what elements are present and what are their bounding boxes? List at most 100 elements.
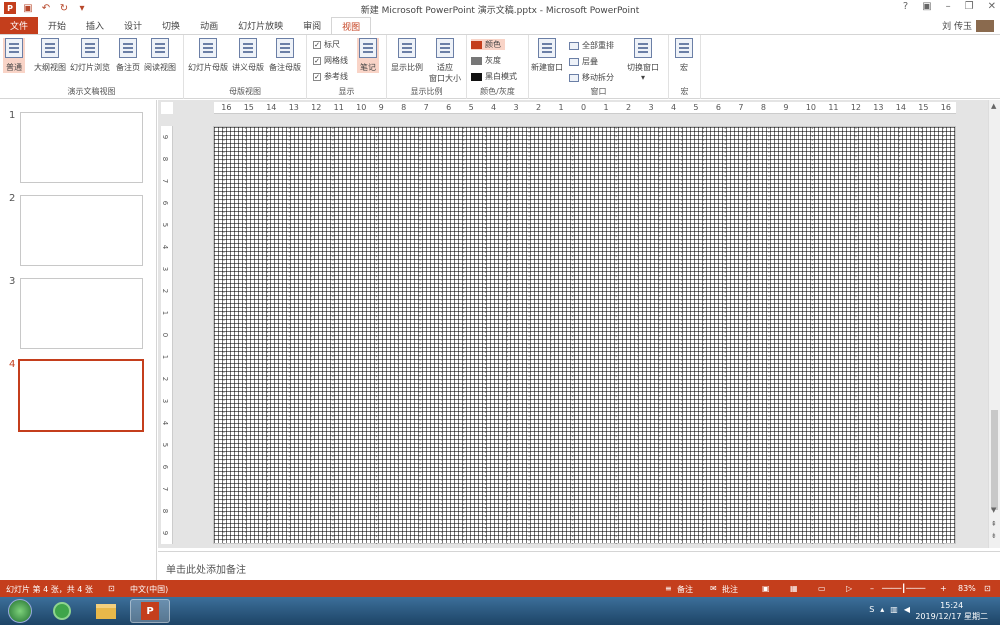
new-window-icon [538,38,556,58]
master-views-group: 幻灯片母版 讲义母版 备注母版 母版视图 [184,35,307,99]
slide-thumbnail-4[interactable] [18,359,144,432]
notes-toggle-button[interactable]: 笔记 [357,38,379,73]
normal-view-button[interactable]: 普通 [3,38,25,73]
handout-master-button[interactable]: 讲义母版 [232,38,264,73]
ruler-tick-label: 9 [378,103,384,112]
ruler-tick-label: 7 [738,103,744,112]
outline-view-button[interactable]: 大纲视图 [34,38,66,73]
ruler-tick-label: 5 [468,103,474,112]
clock[interactable]: 15:24 2019/12/17 星期二 [915,600,988,622]
status-bar: 幻灯片 第 4 张，共 4 张 ⊡ 中文(中国) ≡ 备注 ✉ 批注 ▣ ▦ ▭… [0,580,1000,597]
tab-design[interactable]: 设计 [114,17,152,34]
fit-to-window-button[interactable]: 适应 窗口大小 [429,38,461,84]
move-split-button[interactable]: 移动拆分 [569,72,614,83]
ruler-tick-label: 4 [161,420,170,426]
taskbar-explorer[interactable] [86,599,126,623]
group-label: 演示文稿视图 [67,87,116,96]
close-button[interactable]: ✕ [988,1,996,12]
slide-master-button[interactable]: 幻灯片母版 [188,38,228,73]
notes-page-button[interactable]: 备注页 [116,38,140,73]
comments-status-button[interactable]: 批注 [722,584,738,595]
notes-master-icon [276,38,294,58]
zoom-slider[interactable]: ────┃──── [882,584,925,593]
zoom-button[interactable]: 显示比例 [391,38,423,73]
vertical-ruler[interactable]: 9 8 7 6 5 4 3 2 1 0 1 2 3 4 5 6 7 8 9 [161,126,173,544]
switch-window-button[interactable]: 切换窗口 ▾ [627,38,659,82]
group-label: 颜色/灰度 [480,87,515,96]
network-icon[interactable]: ▥ [890,605,898,614]
ruler-tick-label: 9 [161,134,170,140]
cascade-button[interactable]: 层叠 [569,56,598,67]
macros-button[interactable]: 宏 [675,38,693,73]
tab-view[interactable]: 视图 [331,17,372,34]
black-white-button[interactable]: 黑白模式 [471,71,517,82]
ruler-tick-label: 11 [333,103,344,112]
slide-thumbnail-3[interactable] [20,278,143,349]
help-button[interactable]: ? [903,1,908,12]
slide-canvas[interactable] [213,126,956,544]
arrange-all-button[interactable]: 全部重排 [569,40,614,51]
reading-view-status-icon[interactable]: ▭ [818,584,826,593]
tab-transitions[interactable]: 切换 [152,17,190,34]
handout-master-icon [239,38,257,58]
tab-insert[interactable]: 插入 [76,17,114,34]
powerpoint-icon: P [141,602,159,620]
fit-slide-icon[interactable]: ⊡ [984,584,991,593]
scroll-down-icon[interactable]: ▼ [991,506,996,514]
folder-icon [96,603,116,619]
horizontal-ruler[interactable]: 16 15 14 13 12 11 10 9 8 7 6 5 4 3 2 1 0 1 2 3 4 5 6 7 8 9 10 11 12 1… [214,102,956,114]
slide-sorter-button[interactable]: 幻灯片浏览 [70,38,110,73]
group-label: 显示 [338,87,355,96]
language-status[interactable]: 中文(中国) [130,584,168,595]
ribbon-display-icon[interactable]: ▣ [922,1,931,12]
spell-check-icon[interactable]: ⊡ [108,584,115,593]
new-window-button[interactable]: 新建窗口 [531,38,563,73]
taskbar-powerpoint[interactable]: P [130,599,170,623]
input-method-icon[interactable]: S [869,605,874,614]
notes-placeholder: 单击此处添加备注 [166,565,246,576]
slide-thumbnail-1[interactable] [20,112,143,183]
reading-view-icon [151,38,169,58]
color-grayscale-group: 颜色 灰度 黑白模式 颜色/灰度 [467,35,529,99]
restore-button[interactable]: ❐ [965,1,974,12]
zoom-in-icon[interactable]: + [940,584,947,593]
next-slide-icon[interactable]: ⇟ [991,532,997,540]
normal-view-status-icon[interactable]: ▣ [762,584,770,593]
zoom-level[interactable]: 83% [958,584,976,593]
ruler-tick-label: 1 [558,103,564,112]
group-label: 宏 [680,87,689,96]
grayscale-button[interactable]: 灰度 [471,55,501,66]
ruler-tick-label: 6 [161,464,170,470]
slide-sorter-status-icon[interactable]: ▦ [790,584,798,593]
tab-file[interactable]: 文件 [0,17,38,34]
volume-icon[interactable]: ◀ [904,605,910,614]
vertical-scrollbar[interactable]: ▲ ▼ ⇞ ⇟ [988,100,1000,548]
scrollbar-thumb[interactable] [991,410,998,510]
ruler-tick-label: 3 [161,398,170,404]
guides-checkbox[interactable]: ✓ 参考线 [313,71,348,82]
zoom-out-icon[interactable]: – [870,584,874,593]
notes-pane[interactable]: 单击此处添加备注 [158,551,1000,580]
ruler-checkbox[interactable]: ✓ 标尺 [313,39,340,50]
notes-master-button[interactable]: 备注母版 [269,38,301,73]
notes-status-button[interactable]: 备注 [677,584,693,595]
tab-animations[interactable]: 动画 [190,17,228,34]
minimize-button[interactable]: – [946,1,951,12]
gridlines-checkbox[interactable]: ✓ 网格线 [313,55,348,66]
slideshow-status-icon[interactable]: ▷ [846,584,852,593]
scroll-up-icon[interactable]: ▲ [991,102,996,110]
tab-home[interactable]: 开始 [38,17,76,34]
slide-thumbnail-2[interactable] [20,195,143,266]
tray-expand-icon[interactable]: ▴ [880,605,884,614]
system-tray: S ▴ ▥ ◀ [869,605,910,614]
taskbar-ie[interactable] [42,599,82,623]
tab-review[interactable]: 审阅 [293,17,331,34]
reading-view-button[interactable]: 阅读视图 [144,38,176,73]
previous-slide-icon[interactable]: ⇞ [991,520,997,528]
ruler-tick-label: 2 [536,103,542,112]
ruler-tick-label: 10 [356,103,367,112]
start-button[interactable] [8,599,32,623]
tab-slideshow[interactable]: 幻灯片放映 [228,17,293,34]
user-account[interactable]: 刘 传玉 [942,19,994,32]
color-button[interactable]: 颜色 [471,39,505,50]
